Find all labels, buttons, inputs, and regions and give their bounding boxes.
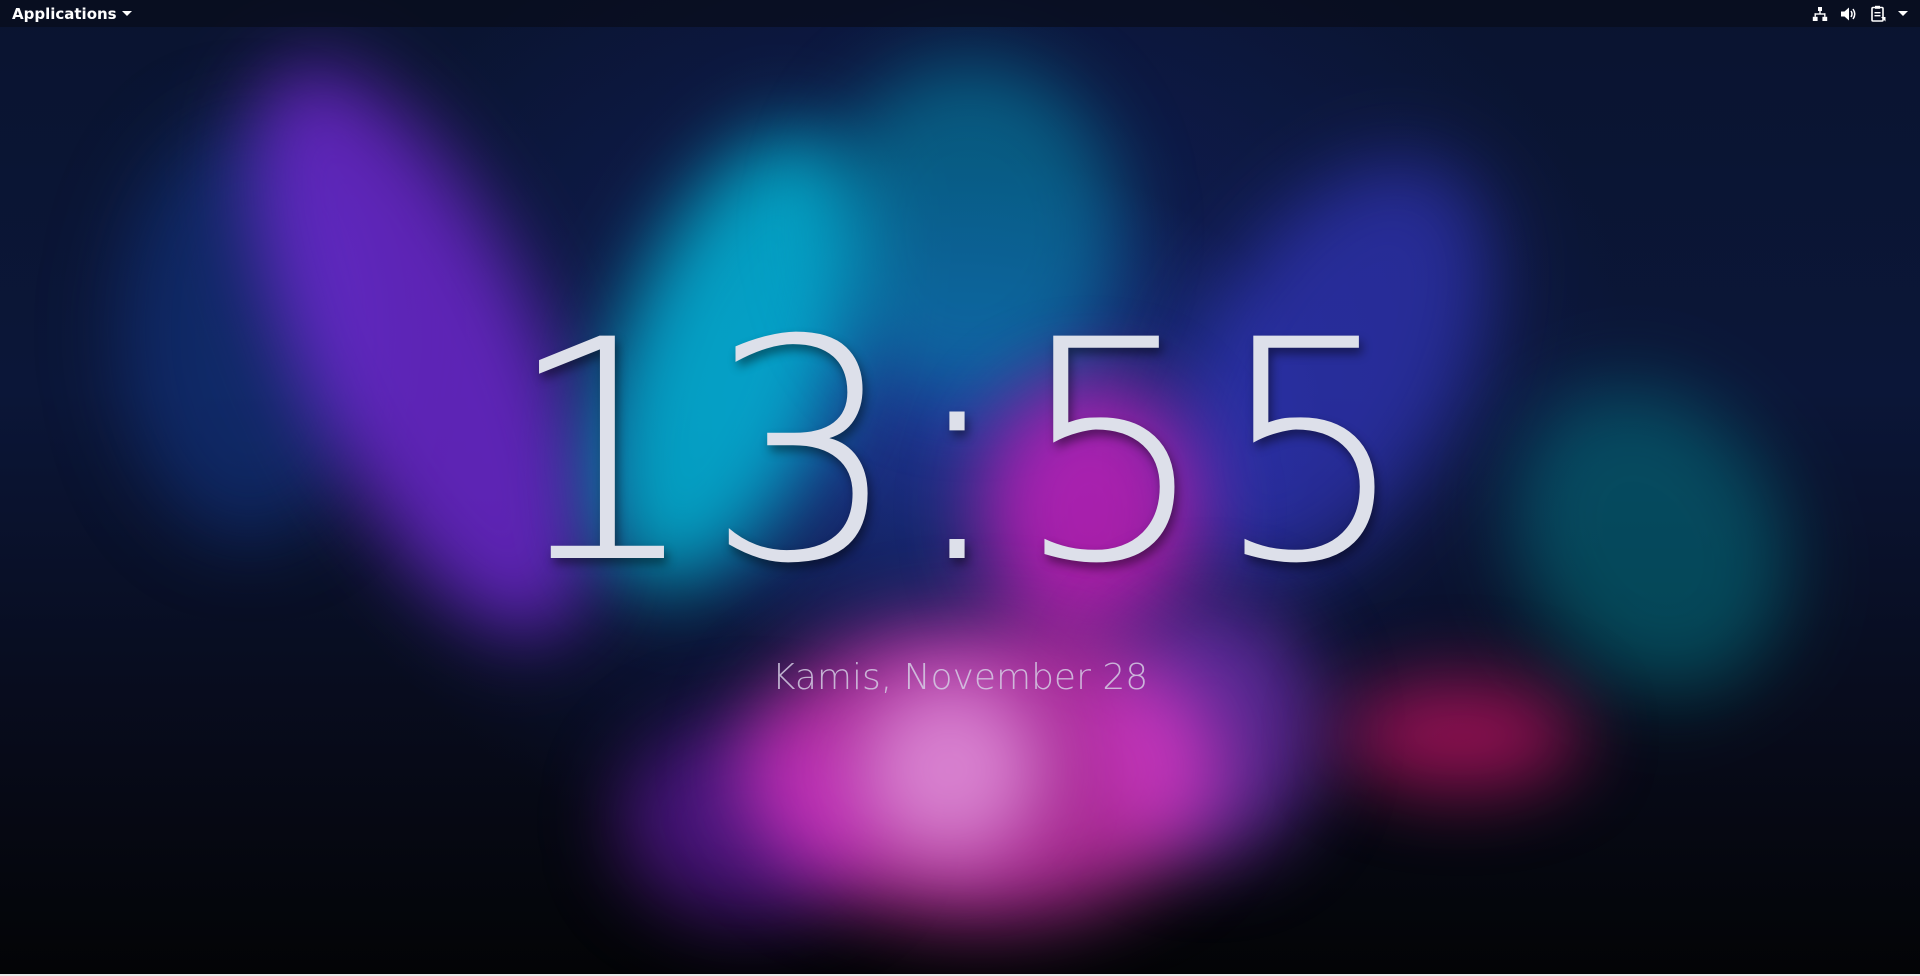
wallpaper-glow xyxy=(860,680,1040,860)
volume-icon[interactable] xyxy=(1840,0,1858,27)
applications-menu-button[interactable]: Applications xyxy=(12,0,132,27)
caret-down-icon xyxy=(121,11,132,16)
lockscreen-date: Kamis, November 28 xyxy=(771,657,1149,698)
clipboard-icon[interactable] xyxy=(1870,0,1886,27)
applications-menu-label: Applications xyxy=(12,4,117,23)
system-tray xyxy=(1812,0,1908,27)
caret-down-icon xyxy=(1898,11,1908,16)
lock-screen: Applications 13:55 Kamis, November 28 xyxy=(0,0,1920,976)
network-icon[interactable] xyxy=(1812,0,1828,27)
lockscreen-clock: 13:55 xyxy=(505,275,1415,630)
chevron-down-icon[interactable] xyxy=(1898,0,1908,27)
top-panel: Applications xyxy=(0,0,1920,27)
